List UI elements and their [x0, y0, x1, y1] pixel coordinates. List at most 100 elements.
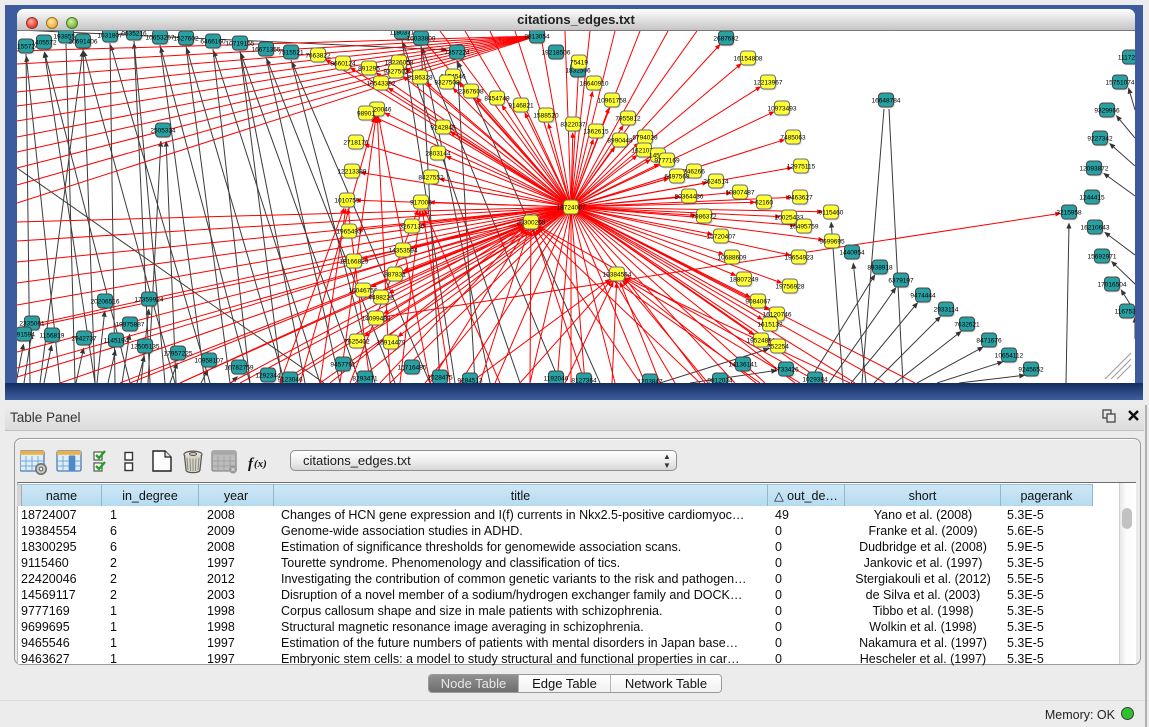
svg-text:10807487: 10807487	[726, 189, 755, 196]
svg-text:9474444: 9474444	[910, 292, 936, 299]
svg-text:8813054: 8813054	[524, 33, 550, 40]
svg-text:20364436: 20364436	[675, 193, 704, 200]
svg-text:8990448: 8990448	[607, 137, 633, 144]
svg-text:2367608: 2367608	[458, 88, 484, 95]
svg-text:8186328: 8186328	[407, 74, 433, 81]
svg-text:9242848: 9242848	[430, 124, 456, 131]
svg-text:20206516: 20206516	[91, 298, 120, 305]
svg-text:7955812: 7955812	[615, 115, 641, 122]
svg-text:15692971: 15692971	[1088, 253, 1117, 260]
svg-text:887831: 887831	[384, 271, 406, 278]
svg-text:62160: 62160	[755, 199, 773, 206]
svg-text:10654112: 10654112	[995, 352, 1024, 359]
svg-text:8660124: 8660124	[330, 60, 356, 67]
svg-text:917006: 917006	[410, 199, 432, 206]
svg-text:9115460: 9115460	[819, 209, 844, 216]
svg-text:19384554: 19384554	[603, 271, 632, 278]
svg-text:17016504: 17016504	[1098, 281, 1127, 288]
svg-text:9329966: 9329966	[1094, 107, 1120, 114]
svg-text:1588520: 1588520	[533, 112, 559, 119]
svg-text:15716485: 15716485	[398, 364, 427, 371]
svg-text:2505334: 2505334	[150, 127, 176, 134]
svg-text:12213967: 12213967	[754, 79, 783, 86]
svg-text:10543382: 10543382	[367, 80, 396, 87]
svg-text:1527602: 1527602	[173, 35, 199, 42]
svg-text:1117203: 1117203	[1118, 54, 1135, 61]
svg-text:2687682: 2687682	[713, 35, 739, 42]
svg-text:9635216: 9635216	[121, 31, 147, 37]
svg-text:1203847: 1203847	[637, 378, 663, 383]
svg-text:1156819: 1156819	[40, 332, 65, 339]
svg-text:9327508: 9327508	[434, 79, 460, 86]
svg-text:7515521: 7515521	[278, 49, 304, 56]
svg-text:2942737: 2942737	[71, 335, 97, 342]
svg-text:10688609: 10688609	[718, 254, 747, 261]
svg-text:1031807: 1031807	[97, 32, 123, 39]
svg-text:9327503: 9327503	[383, 68, 409, 75]
svg-text:8938918: 8938918	[867, 264, 893, 271]
svg-text:9146821: 9146821	[508, 102, 534, 109]
svg-text:1167533: 1167533	[1115, 308, 1135, 315]
svg-text:16495759: 16495759	[790, 223, 819, 230]
svg-text:1440954: 1440954	[839, 249, 865, 256]
svg-text:16033809: 16033809	[407, 35, 436, 42]
svg-text:9699695: 9699695	[819, 238, 845, 245]
svg-text:10958107: 10958107	[195, 357, 224, 364]
svg-text:8454749: 8454749	[484, 95, 510, 102]
svg-text:1405572: 1405572	[31, 39, 57, 46]
svg-text:10653267: 10653267	[146, 34, 175, 41]
svg-text:18724007: 18724007	[557, 204, 586, 211]
svg-text:1029384: 1029384	[802, 376, 828, 383]
svg-text:1145194: 1145194	[104, 337, 129, 344]
svg-text:16648784: 16648784	[872, 97, 901, 104]
svg-text:17957225: 17957225	[164, 350, 193, 357]
svg-text:3215958: 3215958	[1056, 209, 1082, 216]
svg-text:98901: 98901	[357, 110, 375, 117]
svg-text:12093872: 12093872	[1080, 165, 1109, 172]
svg-text:(x): (x)	[254, 458, 267, 470]
svg-text:15720407: 15720407	[707, 233, 736, 240]
svg-text:1965493: 1965493	[336, 228, 362, 235]
svg-text:8427552: 8427552	[418, 174, 444, 181]
svg-text:7357224: 7357224	[444, 49, 470, 56]
svg-text:9777169: 9777169	[654, 157, 680, 164]
svg-text:14353594: 14353594	[389, 247, 418, 254]
svg-text:391594: 391594	[17, 331, 35, 338]
svg-text:25300295: 25300295	[517, 219, 546, 226]
svg-text:10961758: 10961758	[598, 97, 627, 104]
svg-text:10973493: 10973493	[768, 105, 797, 112]
svg-text:8471676: 8471676	[976, 337, 1002, 344]
svg-text:16210643: 16210643	[1081, 224, 1110, 231]
svg-text:7632621: 7632621	[954, 321, 980, 328]
svg-text:18640910: 18640910	[580, 80, 609, 87]
svg-text:9463627: 9463627	[787, 194, 813, 201]
svg-text:19975887: 19975887	[116, 321, 145, 328]
svg-text:19166829: 19166829	[340, 258, 369, 265]
svg-text:1244415: 1244415	[1079, 194, 1105, 201]
svg-text:14136141: 14136141	[729, 361, 758, 368]
svg-text:8322037: 8322037	[560, 121, 586, 128]
svg-text:6466160: 6466160	[200, 38, 226, 45]
svg-text:9123046: 9123046	[277, 376, 303, 383]
svg-text:10719155: 10719155	[226, 40, 255, 47]
svg-text:252254: 252254	[767, 343, 789, 350]
svg-text:15751074: 15751074	[1106, 79, 1135, 86]
svg-text:9812034: 9812034	[707, 377, 733, 383]
svg-text:3267130: 3267130	[399, 223, 425, 230]
svg-text:9284513: 9284513	[457, 377, 483, 383]
svg-text:12975115: 12975115	[787, 163, 816, 170]
svg-text:9457791: 9457791	[330, 361, 356, 368]
svg-text:9084067: 9084067	[745, 298, 771, 305]
svg-text:16914479: 16914479	[377, 339, 406, 346]
svg-text:20691406: 20691406	[69, 38, 98, 45]
svg-text:19756928: 19756928	[776, 283, 805, 290]
svg-text:1362615: 1362615	[583, 128, 609, 135]
svg-text:16782759: 16782759	[225, 364, 254, 371]
svg-text:12505135: 12505135	[131, 343, 160, 350]
svg-text:2933114: 2933114	[934, 306, 959, 313]
svg-text:14099489: 14099489	[362, 315, 391, 322]
svg-text:19218506: 19218506	[542, 49, 571, 56]
svg-text:7485063: 7485063	[780, 134, 806, 141]
svg-text:3624514: 3624514	[703, 178, 729, 185]
svg-text:16154808: 16154808	[734, 55, 763, 62]
